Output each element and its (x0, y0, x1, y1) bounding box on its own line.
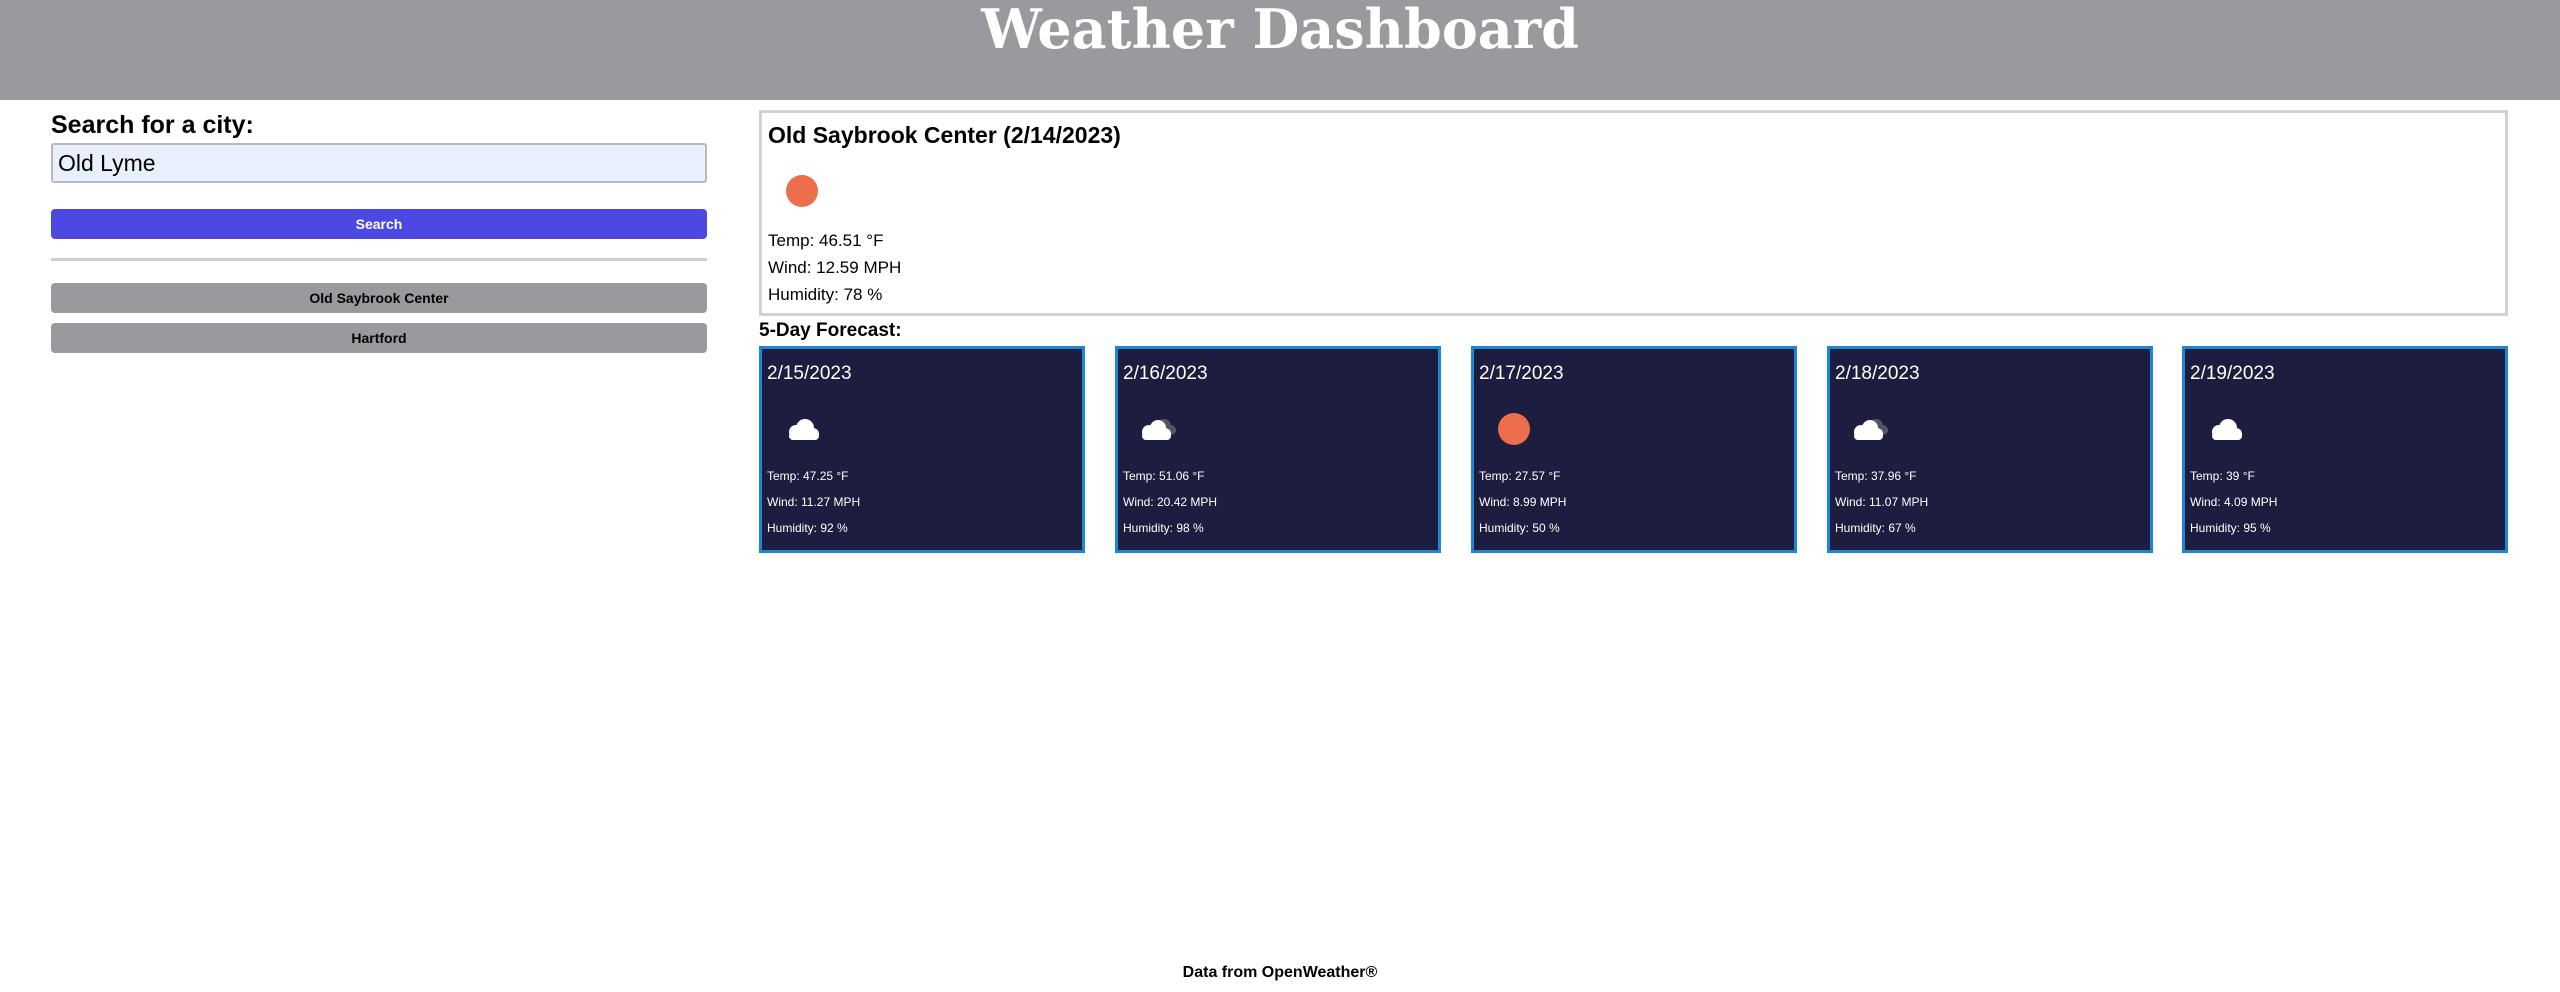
city-search-input[interactable] (51, 143, 707, 183)
forecast-humidity: Humidity: 98 % (1123, 521, 1204, 535)
forecast-humidity: Humidity: 92 % (767, 521, 848, 535)
page-title: Weather Dashboard (981, 0, 1579, 61)
forecast-temp: Temp: 37.96 °F (1835, 469, 1917, 483)
history-button-old-saybrook-center[interactable]: Old Saybrook Center (51, 283, 707, 313)
forecast-heading: 5-Day Forecast: (759, 320, 902, 341)
forecast-wind: Wind: 8.99 MPH (1479, 495, 1567, 509)
forecast-card: 2/15/2023 Temp: 47.25 °F Wind: 11.27 MPH… (759, 346, 1085, 553)
forecast-humidity: Humidity: 50 % (1479, 521, 1560, 535)
current-humidity: Humidity: 78 % (768, 285, 883, 304)
current-wind: Wind: 12.59 MPH (768, 258, 902, 277)
forecast-card: 2/18/2023 Temp: 37.96 °F Wind: 11.07 MPH… (1827, 346, 2153, 553)
search-label: Search for a city: (51, 111, 254, 139)
forecast-card: 2/17/2023 Temp: 27.57 °F Wind: 8.99 MPH … (1471, 346, 1797, 553)
forecast-date: 2/19/2023 (2190, 363, 2275, 384)
forecast-temp: Temp: 47.25 °F (767, 469, 849, 483)
broken-clouds-icon (1854, 419, 1888, 440)
current-temp: Temp: 46.51 °F (768, 231, 884, 250)
forecast-wind: Wind: 11.07 MPH (1835, 495, 1929, 509)
cloud-icon (2212, 419, 2242, 440)
forecast-humidity: Humidity: 67 % (1835, 521, 1916, 535)
forecast-date: 2/16/2023 (1123, 363, 1208, 384)
forecast-date: 2/15/2023 (767, 363, 852, 384)
current-city: Old Saybrook Center (768, 122, 997, 148)
forecast-temp: Temp: 51.06 °F (1123, 469, 1205, 483)
forecast-wind: Wind: 20.42 MPH (1123, 495, 1218, 509)
current-weather-panel: Old Saybrook Center (2/14/2023) Temp: 46… (759, 110, 2508, 316)
forecast-temp: Temp: 39 °F (2190, 469, 2255, 483)
current-date: (2/14/2023) (1003, 122, 1121, 148)
app-header: Weather Dashboard (0, 0, 2560, 100)
forecast-wind: Wind: 11.27 MPH (767, 495, 861, 509)
forecast-card: 2/19/2023 Temp: 39 °F Wind: 4.09 MPH Hum… (2182, 346, 2508, 553)
current-weather-title: Old Saybrook Center (2/14/2023) (768, 121, 1121, 149)
search-divider (51, 258, 707, 261)
forecast-card: 2/16/2023 Temp: 51.06 °F Wind: 20.42 MPH… (1115, 346, 1441, 553)
forecast-wind: Wind: 4.09 MPH (2190, 495, 2278, 509)
forecast-date: 2/18/2023 (1835, 363, 1920, 384)
search-button[interactable]: Search (51, 209, 707, 239)
forecast-date: 2/17/2023 (1479, 363, 1564, 384)
sun-icon (786, 175, 818, 207)
forecast-temp: Temp: 27.57 °F (1479, 469, 1561, 483)
broken-clouds-icon (1142, 419, 1176, 440)
history-button-hartford[interactable]: Hartford (51, 323, 707, 353)
forecast-humidity: Humidity: 95 % (2190, 521, 2271, 535)
sun-icon (1498, 413, 1530, 445)
data-attribution: Data from OpenWeather® (1182, 964, 1378, 981)
cloud-icon (789, 419, 819, 440)
